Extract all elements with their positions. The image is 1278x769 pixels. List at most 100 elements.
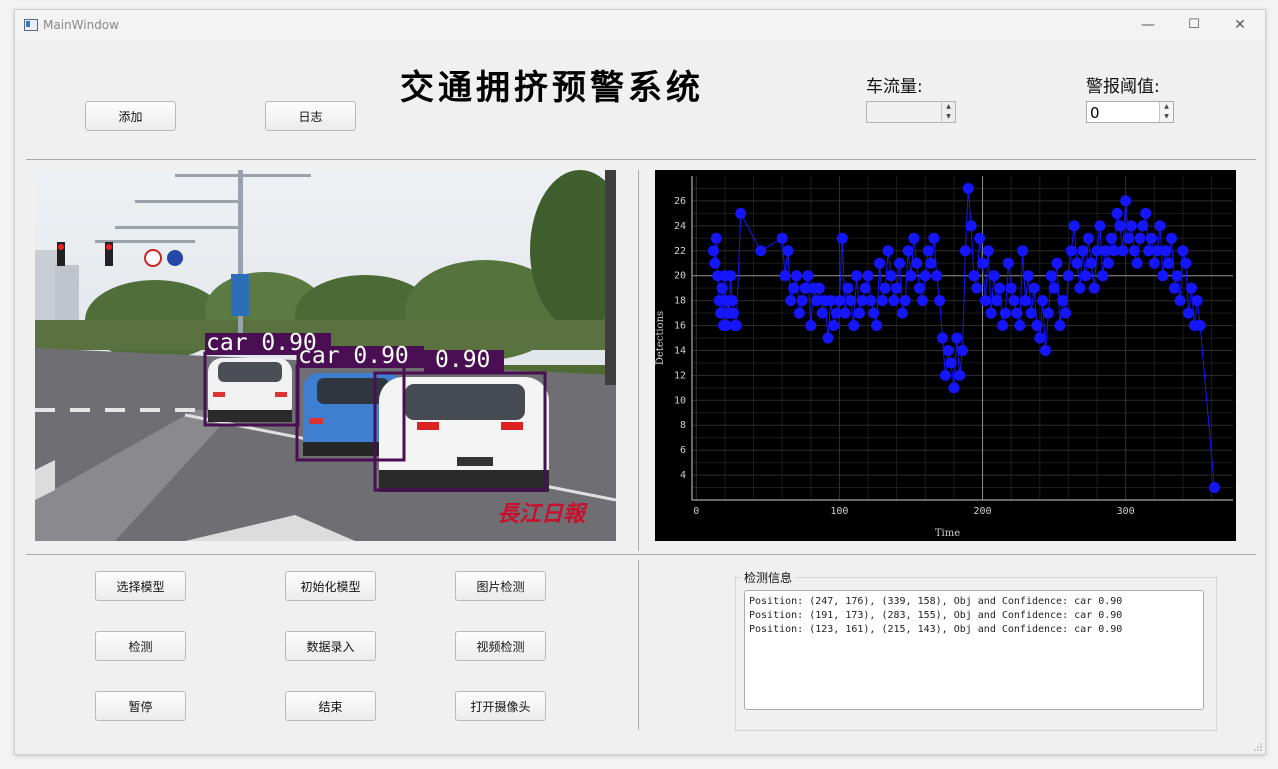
data-point <box>1045 270 1057 282</box>
data-point <box>997 320 1009 332</box>
data-point <box>954 369 966 381</box>
data-point <box>813 282 825 294</box>
data-point <box>1037 295 1049 307</box>
data-point <box>776 232 788 244</box>
data-point <box>859 282 871 294</box>
data-point <box>1145 232 1157 244</box>
minimize-button[interactable]: — <box>1125 10 1171 40</box>
data-point <box>1068 220 1080 232</box>
pause-button[interactable]: 暂停 <box>95 691 186 721</box>
data-point <box>1077 245 1089 257</box>
data-point <box>1057 295 1069 307</box>
data-point <box>894 257 906 269</box>
data-point <box>1111 207 1123 219</box>
data-point <box>709 257 721 269</box>
data-point <box>1183 307 1195 319</box>
data-point <box>1025 307 1037 319</box>
data-point <box>974 232 986 244</box>
open-camera-button[interactable]: 打开摄像头 <box>455 691 546 721</box>
stop-button[interactable]: 结束 <box>285 691 376 721</box>
data-point <box>1160 245 1172 257</box>
data-point <box>1014 320 1026 332</box>
watermark-logo: 長江日報 <box>497 501 586 527</box>
data-point <box>939 369 951 381</box>
data-point <box>839 307 851 319</box>
data-point <box>896 307 908 319</box>
data-point <box>882 245 894 257</box>
data-point <box>922 245 934 257</box>
data-point <box>845 295 857 307</box>
traffic-flow-label: 车流量: <box>866 77 923 97</box>
data-point <box>925 257 937 269</box>
data-point <box>1042 307 1054 319</box>
detect-button[interactable]: 检测 <box>95 631 186 661</box>
data-point <box>1040 344 1052 356</box>
data-point <box>726 295 738 307</box>
maximize-button[interactable]: ☐ <box>1171 10 1217 40</box>
data-point <box>999 307 1011 319</box>
data-point <box>1002 257 1014 269</box>
data-point <box>1194 320 1206 332</box>
image-detect-button[interactable]: 图片检测 <box>455 571 546 601</box>
data-point <box>816 307 828 319</box>
log-button[interactable]: 日志 <box>265 101 356 131</box>
data-point <box>865 295 877 307</box>
init-model-button[interactable]: 初始化模型 <box>285 571 376 601</box>
close-button[interactable]: ✕ <box>1217 10 1263 40</box>
detection-info-text[interactable]: Position: (247, 176), (339, 158), Obj an… <box>744 590 1204 710</box>
data-point <box>891 282 903 294</box>
data-point <box>991 295 1003 307</box>
data-point <box>871 320 883 332</box>
data-point <box>931 270 943 282</box>
detection-label-2: car 0.90 <box>298 343 409 369</box>
data-point <box>790 270 802 282</box>
data-point <box>1114 220 1126 232</box>
data-point <box>1085 257 1097 269</box>
spin-arrows-icon[interactable]: ▲ ▼ <box>941 102 955 122</box>
data-point <box>1117 245 1129 257</box>
data-point <box>735 207 747 219</box>
data-point <box>888 295 900 307</box>
data-point <box>833 295 845 307</box>
select-model-button[interactable]: 选择模型 <box>95 571 186 601</box>
data-point <box>1174 295 1186 307</box>
data-point <box>842 282 854 294</box>
data-point <box>716 282 728 294</box>
data-point <box>1034 332 1046 344</box>
data-point <box>730 320 742 332</box>
data-point <box>1088 282 1100 294</box>
data-point <box>1154 220 1166 232</box>
x-tick-label: 200 <box>974 506 992 517</box>
y-tick-label: 22 <box>674 246 686 257</box>
data-point <box>1177 245 1189 257</box>
page-title: 交通拥挤预警系统 <box>400 68 704 108</box>
video-detect-button[interactable]: 视频检测 <box>455 631 546 661</box>
data-point <box>805 320 817 332</box>
add-button[interactable]: 添加 <box>85 101 176 131</box>
data-point <box>1017 245 1029 257</box>
spin-arrows-icon[interactable]: ▲ ▼ <box>1159 102 1173 122</box>
y-tick-label: 14 <box>674 345 686 356</box>
traffic-flow-spinbox[interactable]: ▲ ▼ <box>866 101 956 123</box>
data-point <box>988 270 1000 282</box>
title-bar[interactable]: MainWindow — ☐ ✕ <box>15 10 1265 40</box>
y-tick-label: 4 <box>680 470 686 481</box>
data-point <box>1140 207 1152 219</box>
data-point <box>1120 195 1132 207</box>
data-entry-button[interactable]: 数据录入 <box>285 631 376 661</box>
alarm-threshold-spinbox[interactable]: 0 ▲ ▼ <box>1086 101 1174 123</box>
data-point <box>1074 282 1086 294</box>
y-tick-label: 8 <box>680 420 686 431</box>
data-point <box>885 270 897 282</box>
data-point <box>1062 270 1074 282</box>
y-tick-label: 6 <box>680 445 686 456</box>
data-point <box>1148 257 1160 269</box>
data-point <box>1054 320 1066 332</box>
data-point <box>1097 270 1109 282</box>
x-axis-label: Time <box>935 528 960 539</box>
data-point <box>707 245 719 257</box>
data-point <box>788 282 800 294</box>
main-window: MainWindow — ☐ ✕ 添加 日志 交通拥挤预警系统 车流量: ▲ ▼ … <box>14 9 1266 755</box>
data-point <box>928 232 940 244</box>
resize-grip-icon[interactable] <box>1253 742 1263 752</box>
